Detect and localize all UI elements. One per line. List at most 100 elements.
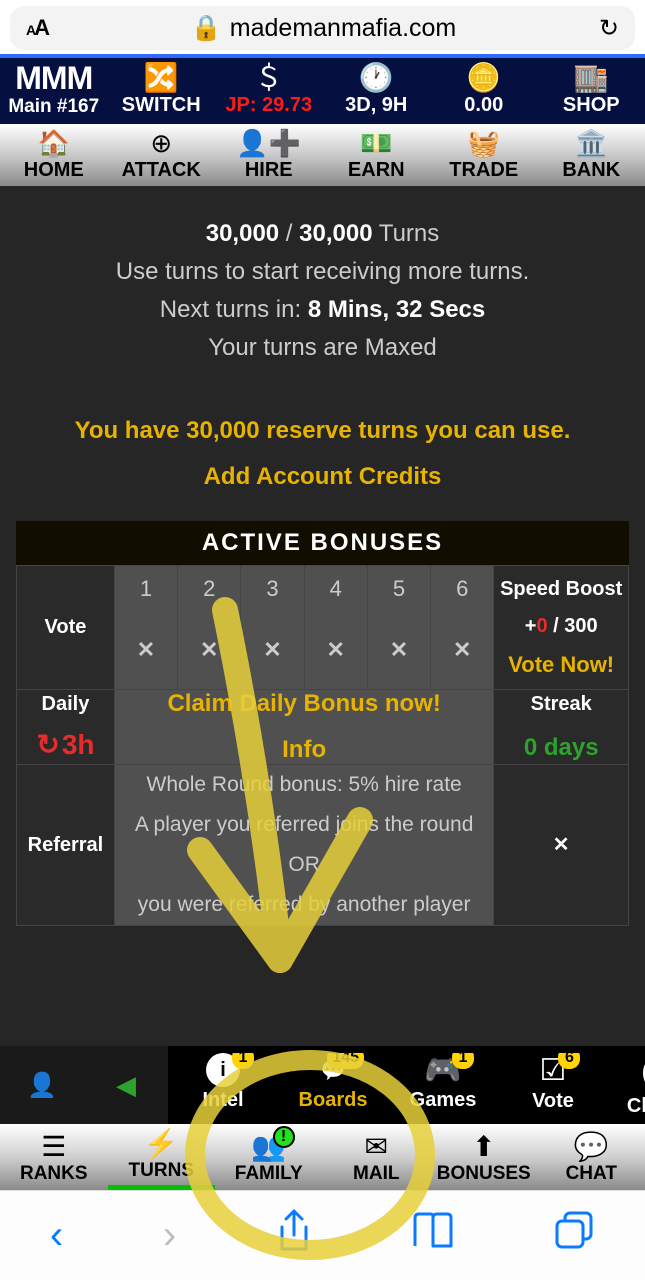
- referral-row-label: Referral: [17, 765, 115, 926]
- daily-timer: ↻3h: [21, 728, 110, 761]
- tabs-button[interactable]: [555, 1211, 595, 1261]
- intel-badge: 1: [232, 1053, 254, 1069]
- vote-col-2: 2: [178, 566, 241, 612]
- url-text: mademanmafia.com: [230, 14, 456, 43]
- attack-button[interactable]: ⊕ATTACK: [108, 124, 216, 186]
- chat-bubbles-icon: 💬: [574, 1130, 609, 1163]
- bolt-icon: ⚡: [144, 1127, 179, 1160]
- basket-icon: 🧺: [468, 128, 500, 159]
- bonuses-title: ACTIVE BONUSES: [16, 521, 629, 565]
- intel-tab[interactable]: i1 Intel: [168, 1053, 278, 1124]
- turns-info: 30,000 / 30,000 Turns Use turns to start…: [0, 186, 645, 362]
- share-button[interactable]: [276, 1209, 312, 1263]
- play-icon: ◀: [116, 1070, 136, 1101]
- family-alert-badge: !: [273, 1126, 295, 1148]
- shuffle-icon: 🔀: [144, 64, 179, 92]
- reserve-turns-msg[interactable]: You have 30,000 reserve turns you can us…: [0, 417, 645, 445]
- browser-address-bar[interactable]: AA 🔒 mademanmafia.com ↻: [10, 6, 635, 50]
- logo-cell[interactable]: MMM Main #167: [0, 58, 108, 124]
- reload-icon[interactable]: ↻: [599, 14, 619, 43]
- bonuses-button[interactable]: ⬆BONUSES: [430, 1124, 538, 1190]
- games-badge: 1: [452, 1053, 474, 1069]
- turns-next: Next turns in: 8 Mins, 32 Secs: [20, 296, 625, 324]
- speed-boost-cell[interactable]: Speed Boost +0 / 300 Vote Now!: [494, 566, 629, 690]
- cash-icon: 💵: [360, 128, 392, 159]
- forward-button: ›: [163, 1213, 176, 1258]
- turns-maxed: Your turns are Maxed: [20, 334, 625, 362]
- challenges-tab[interactable]: Challen: [608, 1053, 645, 1124]
- vote-badge: 6: [558, 1053, 580, 1069]
- games-tab[interactable]: 🎮1 Games: [388, 1053, 498, 1124]
- vote-col-5: 5: [367, 566, 430, 612]
- add-user-icon: 👤➕: [236, 128, 301, 159]
- game-sub-nav: 🏠HOME ⊕ATTACK 👤➕HIRE 💵EARN 🧺TRADE 🏛️BANK: [0, 124, 645, 186]
- referral-desc: Whole Round bonus: 5% hire rate A player…: [114, 765, 493, 926]
- main-content: 30,000 / 30,000 Turns Use turns to start…: [0, 186, 645, 1046]
- vote-6-status[interactable]: ✕: [431, 612, 494, 690]
- round-label: Main #167: [8, 96, 99, 118]
- clock-icon: 🕐: [359, 64, 394, 92]
- hire-button[interactable]: 👤➕HIRE: [215, 124, 323, 186]
- claim-daily-link[interactable]: Claim Daily Bonus now!: [119, 690, 489, 718]
- switch-button[interactable]: 🔀 SWITCH: [108, 58, 216, 124]
- add-credits-link[interactable]: Add Account Credits: [0, 463, 645, 491]
- bonuses-table: Vote 1 2 3 4 5 6 Speed Boost +0 / 300 Vo…: [16, 565, 629, 926]
- boards-badge: 145: [327, 1053, 364, 1069]
- streak-value: 0 days: [498, 734, 624, 762]
- home-button[interactable]: 🏠HOME: [0, 124, 108, 186]
- vote-col-6: 6: [431, 566, 494, 612]
- vote-4-status[interactable]: ✕: [304, 612, 367, 690]
- vote-3-status[interactable]: ✕: [241, 612, 304, 690]
- streak-cell: Streak 0 days: [494, 690, 629, 765]
- text-size-control[interactable]: AA: [26, 15, 48, 41]
- trade-button[interactable]: 🧺TRADE: [430, 124, 538, 186]
- jackpot-cell[interactable]: ＄ JP: 29.73: [215, 58, 323, 124]
- vote-col-1: 1: [114, 566, 177, 612]
- bank-button[interactable]: 🏛️BANK: [538, 124, 645, 186]
- claim-daily-cell[interactable]: Claim Daily Bonus now! Info: [114, 690, 493, 765]
- vote-5-status[interactable]: ✕: [367, 612, 430, 690]
- crosshair-icon: ⊕: [150, 128, 172, 159]
- chat-button[interactable]: 💬CHAT: [538, 1124, 645, 1190]
- play-button[interactable]: ◀: [84, 1046, 168, 1124]
- turns-count: 30,000 / 30,000 Turns: [20, 220, 625, 248]
- vote-col-4: 4: [304, 566, 367, 612]
- boards-tab[interactable]: 💬145 Boards: [278, 1053, 388, 1124]
- ranks-button[interactable]: ☰RANKS: [0, 1124, 108, 1190]
- turns-hint: Use turns to start receiving more turns.: [20, 258, 625, 286]
- refresh-icon: ↻: [36, 728, 59, 761]
- vote-now-link[interactable]: Vote Now!: [498, 652, 624, 678]
- vote-2-status[interactable]: ✕: [178, 612, 241, 690]
- shop-button[interactable]: 🏬 SHOP: [538, 58, 645, 124]
- active-bonuses: ACTIVE BONUSES Vote 1 2 3 4 5 6 Speed Bo…: [16, 521, 629, 926]
- profile-button[interactable]: 👤: [0, 1046, 84, 1124]
- logo-text: MMM: [15, 62, 92, 94]
- vote-tab[interactable]: ☑6 Vote: [498, 1053, 608, 1124]
- referral-status: ✕: [494, 765, 629, 926]
- game-bottom-nav: ☰RANKS ⚡TURNS 👥!FAMILY ✉MAIL ⬆BONUSES 💬C…: [0, 1124, 645, 1190]
- up-arrow-icon: ⬆: [472, 1130, 495, 1163]
- menu-icon: ☰: [41, 1130, 66, 1163]
- time-cell[interactable]: 🕐 3D, 9H: [323, 58, 431, 124]
- turns-button[interactable]: ⚡TURNS: [108, 1124, 216, 1190]
- mail-icon: ✉: [365, 1130, 388, 1163]
- family-button[interactable]: 👥!FAMILY: [215, 1124, 323, 1190]
- person-icon: 👤: [27, 1071, 57, 1100]
- earn-button[interactable]: 💵EARN: [323, 124, 431, 186]
- game-top-nav: MMM Main #167 🔀 SWITCH ＄ JP: 29.73 🕐 3D,…: [0, 54, 645, 124]
- vote-row-label: Vote: [17, 566, 115, 690]
- bookmarks-button[interactable]: [411, 1212, 455, 1260]
- coins-icon: 🪙: [466, 64, 501, 92]
- coins-cell[interactable]: 🪙 0.00: [430, 58, 538, 124]
- mail-button[interactable]: ✉MAIL: [323, 1124, 431, 1190]
- home-icon: 🏠: [38, 128, 70, 159]
- url-display[interactable]: 🔒 mademanmafia.com: [191, 14, 457, 43]
- speed-boost-label: Speed Boost: [498, 578, 624, 601]
- vote-1-status[interactable]: ✕: [114, 612, 177, 690]
- daily-info-link[interactable]: Info: [119, 736, 489, 764]
- dollar-icon: ＄: [255, 64, 283, 92]
- shop-icon: 🏬: [574, 64, 609, 92]
- back-button[interactable]: ‹: [50, 1213, 63, 1258]
- lock-icon: 🔒: [191, 14, 222, 43]
- game-tab-bar: 👤 ◀ i1 Intel 💬145 Boards 🎮1 Games ☑6 Vot…: [0, 1046, 645, 1124]
